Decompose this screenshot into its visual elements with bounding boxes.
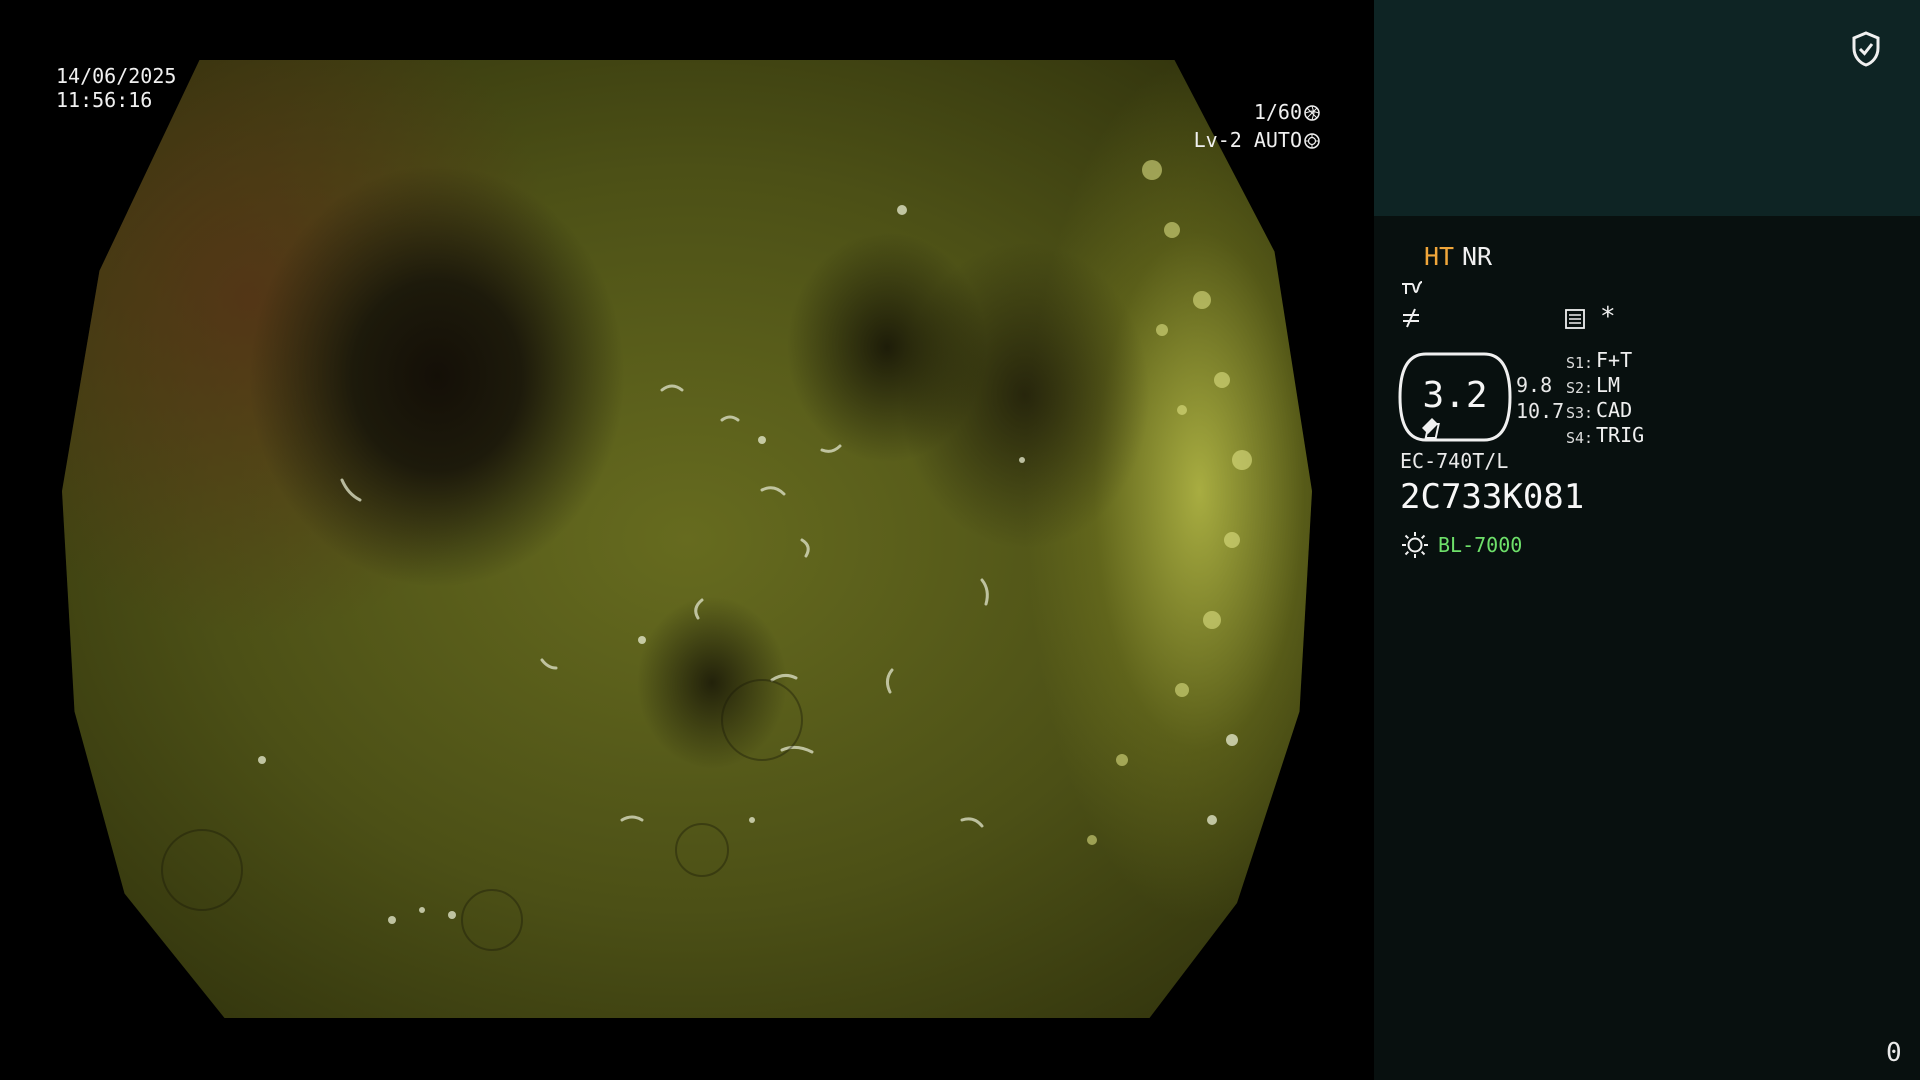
endoscope-screen: 14/06/2025 11:56:16 1/60 Lv-2 AUTO HT NR…: [0, 0, 1920, 1080]
scope-serial: 2C733K081: [1400, 477, 1585, 517]
level-value: Lv-2 AUTO: [1193, 128, 1302, 152]
aperture-icon: [1304, 105, 1320, 121]
slot-value: TRIG: [1596, 423, 1645, 447]
slot-key: S4:: [1566, 429, 1594, 447]
slot-value: F+T: [1596, 348, 1633, 372]
zoom-value: 3.2: [1422, 375, 1488, 416]
readout-lower: 10.7: [1516, 399, 1565, 423]
slot-key: S1:: [1566, 354, 1594, 372]
slot-value: CAD: [1596, 398, 1633, 422]
mucosa-texture: [161, 160, 1252, 951]
frame-counter: 0: [1886, 1038, 1902, 1068]
readout-upper: 9.8: [1516, 373, 1553, 397]
endoscope-image: [62, 60, 1312, 1018]
slot-key: S2:: [1566, 379, 1594, 397]
wave-enhance-icon: [1402, 281, 1423, 294]
status-panel: HT NR * 3.2 9.8 10.7 S1: F+T S2: LM S3: …: [1374, 0, 1920, 1080]
light-source: BL-7000: [1438, 533, 1523, 557]
sun-icon: [1402, 532, 1428, 558]
exam-date: 14/06/2025: [56, 64, 177, 88]
shutter-value: 1/60: [1253, 100, 1302, 124]
level-readout: Lv-2 AUTO: [1150, 128, 1320, 152]
not-equal-icon: [1403, 308, 1419, 328]
panel-header: [1374, 0, 1920, 216]
slot-key: S3:: [1566, 404, 1594, 422]
exam-time: 11:56:16: [56, 88, 153, 112]
shutter-readout: 1/60: [1220, 100, 1320, 124]
star-indicator: *: [1600, 302, 1616, 332]
shield-check-icon[interactable]: [1850, 30, 1882, 68]
scope-model: EC-740T/L: [1400, 449, 1509, 473]
mode-ht: HT: [1424, 242, 1455, 271]
slot-value: LM: [1596, 373, 1621, 397]
list-menu-icon: [1565, 309, 1585, 329]
iris-icon: [1304, 133, 1320, 149]
mode-nr: NR: [1462, 242, 1493, 271]
